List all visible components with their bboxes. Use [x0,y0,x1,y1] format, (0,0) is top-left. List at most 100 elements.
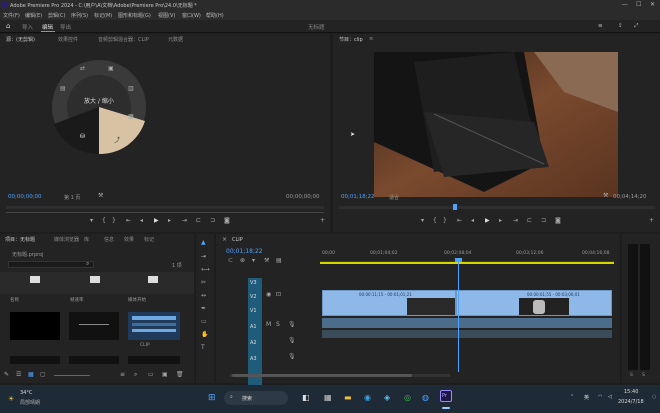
track-label-v1[interactable]: V1 [250,308,257,314]
tab-project[interactable]: 项目：无标题 [5,236,35,243]
project-thumbnail-row2[interactable] [10,356,60,364]
tab-metadata[interactable]: 元数据 [168,36,183,43]
program-go-to-in-icon[interactable]: ⇤ [457,218,462,224]
tab-effects[interactable]: 效果 [124,236,134,243]
folder-icon[interactable] [148,276,158,283]
widgets-icon[interactable]: ▦ [324,393,332,402]
freeform-view-icon[interactable]: ▢ [40,372,46,378]
tab-markers[interactable]: 标记 [144,236,154,243]
automate-icon[interactable]: ⌕ [134,372,137,378]
captions-icon[interactable]: ▤ [276,258,282,264]
workspace-menu-icon[interactable]: ≡ [598,23,603,29]
share-icon[interactable]: ⤴ [114,138,120,144]
razor-tool-icon[interactable]: ✂ [201,280,206,286]
project-thumbnail-text[interactable] [69,312,119,340]
briefcase-icon[interactable]: ▤ [60,86,66,92]
go-to-in-icon[interactable]: ⇤ [126,218,131,224]
type-tool-icon[interactable]: T [201,345,205,351]
timeline-settings-icon[interactable]: ⚒ [264,258,269,264]
program-go-to-out-icon[interactable]: ⇥ [513,218,518,224]
track-label-v2[interactable]: V2 [250,294,257,300]
track-select-tool-icon[interactable]: ⇥ [201,254,206,260]
program-timecode-left[interactable]: 00;01;18;22 [341,194,375,200]
solo-right-icon[interactable]: S [642,373,645,378]
weather-icon[interactable]: ☀ [8,395,14,403]
project-thumbnail-row2[interactable] [128,356,180,364]
program-fit-dropdown[interactable]: 适合 [389,194,399,201]
timeline-sequence-tab[interactable]: CLIP [232,237,243,243]
timeline-timecode[interactable]: 00;01;18;22 [226,248,263,255]
insert-icon[interactable]: ⊏ [196,218,201,224]
audio-clip-a2[interactable] [322,330,612,338]
new-bin-icon[interactable]: ▭ [148,372,154,378]
tab-media-browser[interactable]: 媒体浏览器 [54,236,79,243]
solo-icon[interactable]: S [276,322,280,328]
add-marker-icon[interactable]: ▾ [252,258,255,264]
tab-audio-clip-mixer[interactable]: 音频剪辑混合器：CLIP [98,36,149,43]
tab-info[interactable]: 信息 [104,236,114,243]
weather-temp[interactable]: 34°C [20,390,32,396]
premiere-taskbar-icon[interactable]: Pr [440,390,452,402]
tab-export[interactable]: 导出 [60,23,71,31]
go-to-out-icon[interactable]: ⇥ [182,218,187,224]
tab-source[interactable]: 源：(无剪辑) [6,36,35,43]
grid-icon[interactable]: ▦ [128,114,134,120]
mark-out-icon[interactable]: } [112,218,116,224]
panel-icon[interactable]: ▥ [128,86,134,92]
chrome-icon[interactable]: ◎ [404,393,411,402]
program-play-icon[interactable]: ▶ [485,218,490,224]
play-icon[interactable]: ▶ [154,218,159,224]
home-icon[interactable]: ⌂ [6,22,10,30]
menu-markers[interactable]: 标记(M) [94,12,112,19]
delete-icon[interactable]: 🗑 [176,372,184,378]
linked-selection-icon[interactable]: ⊗ [240,258,245,264]
folder-icon[interactable] [90,276,100,283]
close-icon[interactable]: ✕ [650,1,655,8]
lift-icon[interactable]: ⊏ [527,218,532,224]
program-add-button-icon[interactable]: + [649,218,654,224]
fullscreen-icon[interactable]: ⤢ [634,23,638,30]
step-forward-icon[interactable]: ▸ [168,218,171,224]
slip-tool-icon[interactable]: ↔ [201,293,206,299]
tab-edit[interactable]: 编辑 [42,23,53,31]
menu-view[interactable]: 视图(V) [158,12,175,19]
audio-clip-a1[interactable] [322,318,612,328]
program-playhead[interactable] [453,204,457,210]
lock-icon[interactable]: ⊡ [276,292,281,298]
program-step-forward-icon[interactable]: ▸ [499,218,502,224]
mic-icon[interactable]: 🎙 [288,354,296,360]
menu-window[interactable]: 窗口(W) [182,12,201,19]
program-marker-icon[interactable]: ▾ [421,218,424,224]
track-label-a1[interactable]: A1 [250,324,257,330]
camera-icon[interactable]: ▣ [108,66,114,72]
program-mark-out-icon[interactable]: } [443,218,447,224]
marker-icon[interactable]: ▾ [90,218,93,224]
settings-wrench-icon[interactable]: ⚒ [98,193,103,199]
source-scrub-bar[interactable] [6,206,324,209]
clock-date[interactable]: 2024/7/18 [618,399,644,405]
hand-tool-icon[interactable]: ✋ [201,332,208,338]
pen-tool-icon[interactable]: ✒ [201,306,206,312]
minimize-icon[interactable]: — [622,1,628,8]
volume-icon[interactable]: ◁ [608,394,612,400]
folder-icon[interactable] [30,276,40,283]
store-icon[interactable]: ◈ [384,393,390,402]
timeline-playhead[interactable] [458,260,459,372]
program-settings-icon[interactable]: ⚒ [603,193,608,199]
step-back-icon[interactable]: ◂ [140,218,143,224]
tab-effect-controls[interactable]: 效果控件 [58,36,78,43]
sort-icon[interactable]: ≡ [120,372,125,378]
project-thumbnail-row2[interactable] [69,356,119,364]
source-timecode-left[interactable]: 00;00;00;00 [8,194,42,200]
menu-help[interactable]: 帮助(H) [206,12,224,19]
program-menu-icon[interactable]: ≡ [369,36,373,42]
zoom-slider[interactable] [54,375,90,376]
taskview-icon[interactable]: ◧ [302,393,310,402]
program-mark-in-icon[interactable]: { [433,218,437,224]
wifi-icon[interactable]: ◠ [598,394,602,400]
timeline-ruler[interactable]: 00;00 00;01;04;02 00;02;08;04 00;03;12;0… [320,248,614,262]
program-step-back-icon[interactable]: ◂ [471,218,474,224]
track-label-a3[interactable]: A3 [250,356,257,362]
tab-import[interactable]: 导入 [22,23,33,31]
project-thumbnail-black[interactable] [10,312,60,340]
